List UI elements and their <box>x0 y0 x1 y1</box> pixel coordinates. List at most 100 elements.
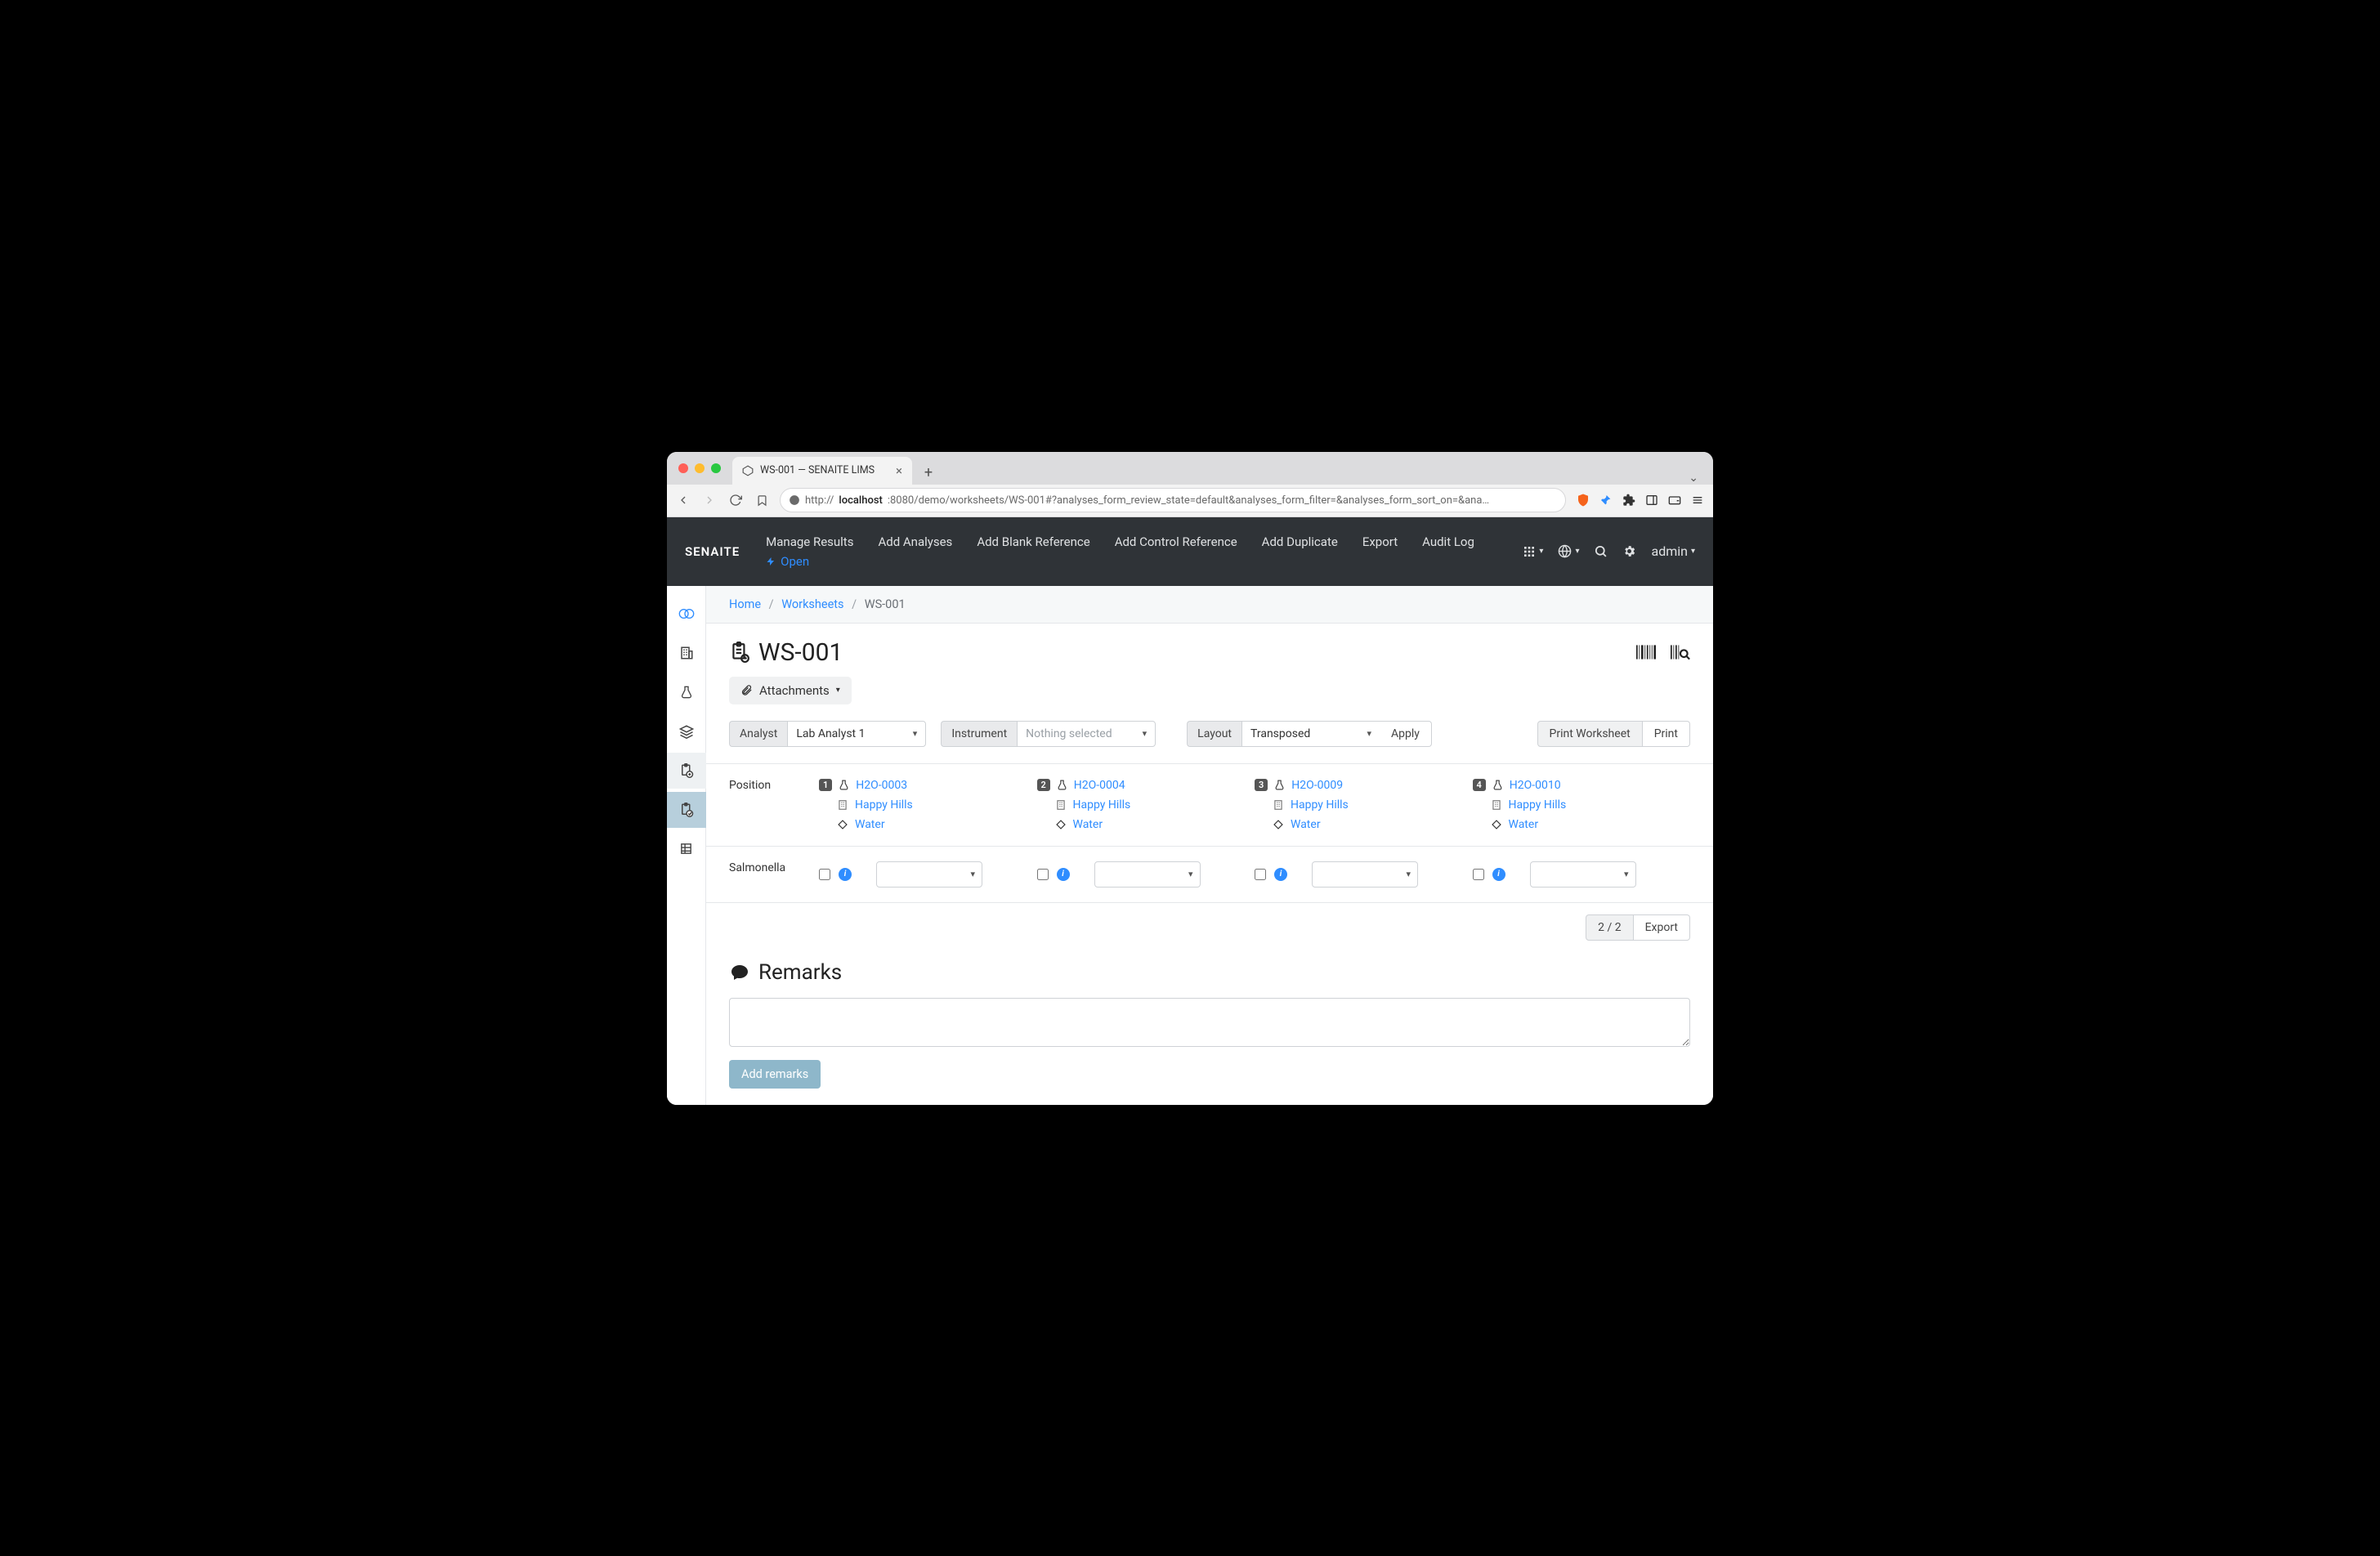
apply-button[interactable]: Apply <box>1380 721 1432 747</box>
breadcrumb-home[interactable]: Home <box>729 597 761 611</box>
breadcrumb-current: WS-001 <box>865 597 906 611</box>
diamond-icon <box>1055 819 1067 830</box>
info-icon[interactable]: i <box>1492 868 1505 881</box>
info-icon[interactable]: i <box>1057 868 1070 881</box>
row-checkbox[interactable] <box>1255 869 1266 880</box>
print-worksheet-button[interactable]: Print Worksheet <box>1537 721 1643 747</box>
sidebar-item-batches[interactable] <box>667 713 706 749</box>
nav-add-duplicate[interactable]: Add Duplicate <box>1262 534 1338 549</box>
row-checkbox[interactable] <box>1473 869 1484 880</box>
close-window-icon[interactable] <box>678 463 688 473</box>
analyst-select[interactable]: Lab Analyst 1 <box>787 721 926 747</box>
barcode-search-icon[interactable] <box>1671 644 1690 660</box>
breadcrumb: Home / Worksheets / WS-001 <box>706 586 1713 624</box>
wallet-icon[interactable] <box>1667 493 1682 507</box>
bolt-icon <box>766 556 776 567</box>
sidebar-item-samples[interactable] <box>667 674 706 710</box>
maximize-window-icon[interactable] <box>711 463 721 473</box>
breadcrumb-worksheets[interactable]: Worksheets <box>781 597 843 611</box>
nav-state-open[interactable]: Open <box>766 554 809 569</box>
info-icon[interactable]: i <box>839 868 852 881</box>
result-select[interactable] <box>876 861 982 888</box>
sidebar-item-reports[interactable] <box>667 831 706 867</box>
client-link[interactable]: Happy Hills <box>1291 798 1349 812</box>
forward-button[interactable] <box>701 492 718 508</box>
address-bar[interactable]: http://localhost:8080/demo/worksheets/WS… <box>780 488 1566 512</box>
sidebar-item-worksheets[interactable] <box>667 792 706 828</box>
position-col-2: 2H2O-0004 Happy Hills Water <box>1037 779 1255 831</box>
sampletype-link[interactable]: Water <box>1291 818 1321 831</box>
nav-add-analyses[interactable]: Add Analyses <box>878 534 952 549</box>
settings-icon[interactable] <box>1622 544 1636 558</box>
nav-audit-log[interactable]: Audit Log <box>1422 534 1474 549</box>
sampletype-link[interactable]: Water <box>1509 818 1539 831</box>
add-remarks-button[interactable]: Add remarks <box>729 1060 821 1089</box>
apps-menu[interactable]: ▾ <box>1523 545 1543 558</box>
new-tab-button[interactable]: + <box>917 462 940 485</box>
info-icon[interactable]: i <box>1274 868 1287 881</box>
reload-button[interactable] <box>727 492 744 508</box>
sidebar-item-dashboard[interactable] <box>667 596 706 632</box>
window-controls <box>678 463 721 473</box>
url-path: :8080/demo/worksheets/WS-001#?analyses_f… <box>888 494 1489 507</box>
paperclip-icon <box>740 684 753 696</box>
pager[interactable]: 2 / 2 <box>1586 914 1633 941</box>
search-icon[interactable] <box>1594 544 1608 558</box>
attachments-button[interactable]: Attachments ▾ <box>729 677 852 704</box>
close-tab-icon[interactable]: × <box>896 463 902 478</box>
diamond-icon <box>1273 819 1284 830</box>
user-menu[interactable]: admin▾ <box>1651 543 1695 559</box>
layout-select[interactable]: Transposed <box>1241 721 1380 747</box>
minimize-window-icon[interactable] <box>695 463 705 473</box>
nav-manage-results[interactable]: Manage Results <box>766 534 853 549</box>
flask-icon <box>839 779 849 791</box>
sidebar-item-worksheets-add[interactable] <box>667 753 706 789</box>
brand-logo[interactable]: SENAITE <box>685 544 740 559</box>
instrument-select[interactable]: Nothing selected <box>1017 721 1156 747</box>
print-button[interactable]: Print <box>1643 721 1690 747</box>
extensions-icon[interactable] <box>1622 493 1636 507</box>
tabs-dropdown-icon[interactable]: ⌄ <box>1680 472 1707 485</box>
position-badge: 1 <box>819 779 832 791</box>
sample-link[interactable]: H2O-0009 <box>1291 779 1343 792</box>
browser-tab[interactable]: WS-001 — SENAITE LIMS × <box>732 457 912 485</box>
language-menu[interactable]: ▾ <box>1558 544 1579 558</box>
app-header: SENAITE Manage Results Add Analyses Add … <box>667 517 1713 586</box>
sidepanel-icon[interactable] <box>1644 493 1659 507</box>
nav-add-blank-reference[interactable]: Add Blank Reference <box>977 534 1089 549</box>
client-link[interactable]: Happy Hills <box>1509 798 1567 812</box>
sampletype-link[interactable]: Water <box>855 818 885 831</box>
position-row: Position 1 H2O-0003 Happy Hills Water 2H… <box>706 764 1713 847</box>
bookmark-icon[interactable] <box>754 492 770 508</box>
nav-add-control-reference[interactable]: Add Control Reference <box>1115 534 1237 549</box>
result-select[interactable] <box>1094 861 1201 888</box>
row-checkbox[interactable] <box>1037 869 1049 880</box>
export-button[interactable]: Export <box>1634 914 1690 941</box>
diamond-icon <box>1491 819 1502 830</box>
brave-shield-icon[interactable] <box>1576 493 1590 507</box>
sample-link[interactable]: H2O-0004 <box>1074 779 1125 792</box>
url-scheme: http:// <box>805 494 834 507</box>
nav-export[interactable]: Export <box>1362 534 1398 549</box>
extension-pin-icon[interactable] <box>1599 493 1613 507</box>
menu-icon[interactable] <box>1690 493 1705 507</box>
row-checkbox[interactable] <box>819 869 830 880</box>
back-button[interactable] <box>675 492 691 508</box>
result-select[interactable] <box>1312 861 1418 888</box>
sampletype-link[interactable]: Water <box>1073 818 1103 831</box>
client-link[interactable]: Happy Hills <box>855 798 913 812</box>
top-nav: Manage Results Add Analyses Add Blank Re… <box>766 526 1506 577</box>
result-select[interactable] <box>1530 861 1636 888</box>
client-link[interactable]: Happy Hills <box>1073 798 1131 812</box>
analysis-label: Salmonella <box>729 861 819 888</box>
sample-link[interactable]: H2O-0010 <box>1510 779 1561 792</box>
diamond-icon <box>837 819 848 830</box>
building-icon <box>1055 799 1067 811</box>
remarks-textarea[interactable] <box>729 998 1690 1047</box>
barcode-icon[interactable] <box>1636 644 1656 660</box>
instrument-label: Instrument <box>941 721 1017 747</box>
remarks-section: Remarks Add remarks <box>706 952 1713 1089</box>
sample-link[interactable]: H2O-0003 <box>856 779 907 792</box>
sidebar-item-clients[interactable] <box>667 635 706 671</box>
results-table: Position 1 H2O-0003 Happy Hills Water 2H… <box>706 764 1713 903</box>
